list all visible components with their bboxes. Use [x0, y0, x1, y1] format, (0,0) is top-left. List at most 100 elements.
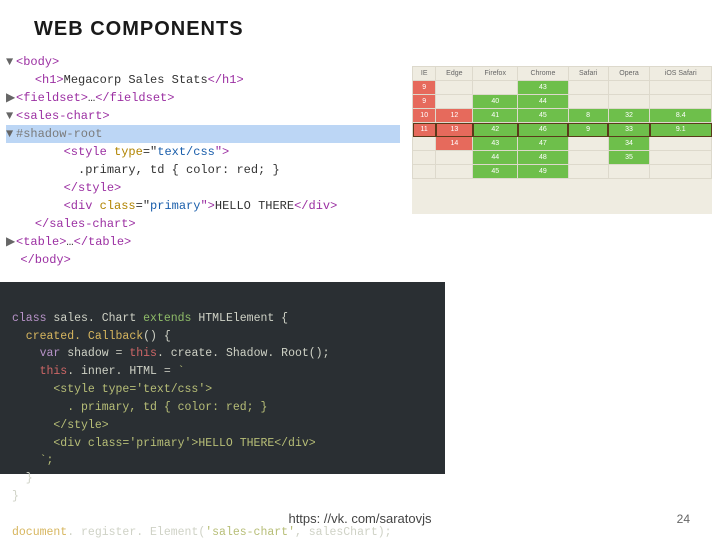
tag-table-close: </table>	[74, 235, 132, 249]
compat-header: Firefox	[473, 67, 518, 81]
compat-cell: 41	[473, 109, 518, 123]
compat-cell: 11	[413, 123, 436, 137]
compat-cell: 35	[608, 151, 650, 165]
attr-class-val: primary	[150, 199, 200, 213]
compat-cell: 9	[413, 95, 436, 109]
compat-row: 943	[413, 81, 712, 95]
compat-cell	[436, 165, 473, 179]
compat-cell	[473, 81, 518, 95]
compat-cell: 40	[473, 95, 518, 109]
js-source-pane: class sales. Chart extends HTMLElement {…	[0, 282, 445, 474]
tag-sales-chart-open: <sales-chart>	[16, 109, 110, 123]
kw-this: this	[129, 347, 157, 360]
tag-fieldset-open: <fieldset>	[16, 91, 88, 105]
compat-cell	[568, 151, 608, 165]
compat-cell: 44	[518, 95, 568, 109]
compat-cell: 42	[473, 123, 518, 137]
tpl-line: . primary, td { color: red; }	[12, 401, 267, 414]
compat-cell: 9.1	[650, 123, 712, 137]
compat-cell	[650, 81, 712, 95]
rest: , salesChart);	[295, 526, 392, 539]
compat-cell: 14	[436, 137, 473, 151]
tag-fieldset-close: </fieldset>	[95, 91, 174, 105]
shadow-root-label: #shadow-root	[16, 127, 102, 141]
compat-cell	[568, 165, 608, 179]
compat-header: Edge	[436, 67, 473, 81]
page-number: 24	[677, 512, 690, 526]
caret-down-icon: ▼	[6, 107, 16, 125]
compat-cell	[568, 81, 608, 95]
attr-class: class	[100, 199, 136, 213]
backtick: `	[171, 365, 185, 378]
tag-style-close: </style>	[6, 181, 121, 195]
compat-cell	[436, 95, 473, 109]
tag-close: ">	[215, 145, 229, 159]
compat-cell	[413, 137, 436, 151]
tpl-line: </style>	[12, 419, 109, 432]
compat-row: 9 4044	[413, 95, 712, 109]
compat-cell: 46	[518, 123, 568, 137]
compat-header: IE	[413, 67, 436, 81]
attr-type-val: text/css	[157, 145, 215, 159]
brace: HTMLElement {	[191, 312, 288, 325]
caret-right-icon: ▶	[6, 89, 16, 107]
eq: =	[164, 365, 171, 378]
compat-cell	[436, 81, 473, 95]
method-name: created. Callback	[12, 330, 143, 343]
str-arg: 'sales-chart'	[205, 526, 295, 539]
brace: }	[12, 472, 33, 485]
caret-down-icon: ▼	[6, 53, 16, 71]
attr-type: type	[114, 145, 143, 159]
ellipsis: …	[66, 235, 73, 249]
compat-cell	[568, 95, 608, 109]
compat-row: 4549	[413, 165, 712, 179]
compat-header: iOS Safari	[650, 67, 712, 81]
compat-cell	[650, 137, 712, 151]
tag-div-open: <div	[64, 199, 100, 213]
compat-header: Chrome	[518, 67, 568, 81]
compat-row: 4448 35	[413, 151, 712, 165]
compat-table: IEEdgeFirefoxChromeSafariOperaiOS Safari…	[412, 66, 712, 214]
tag-style-open: <style	[64, 145, 114, 159]
tpl-end: `;	[12, 454, 53, 467]
compat-cell: 48	[518, 151, 568, 165]
tag-h1-open: <h1>	[35, 73, 64, 87]
compat-cell	[413, 151, 436, 165]
compat-cell	[608, 95, 650, 109]
kw-var: var	[12, 347, 60, 360]
tag-body: <body>	[16, 55, 59, 69]
compat-cell	[608, 81, 650, 95]
compat-header: Opera	[608, 67, 650, 81]
compat-cell: 45	[473, 165, 518, 179]
compat-cell	[608, 165, 650, 179]
compat-cell: 8.4	[650, 109, 712, 123]
kw-this: this	[12, 365, 67, 378]
shadow-root-row: ▼ #shadow-root	[6, 125, 400, 143]
prop: . inner. HTML	[67, 365, 164, 378]
compat-cell	[413, 165, 436, 179]
h1-text: Megacorp Sales Stats	[64, 73, 208, 87]
doc-obj: document	[12, 526, 67, 539]
kw-class: class	[12, 312, 47, 325]
tag-h1-close: </h1>	[208, 73, 244, 87]
compat-cell: 33	[608, 123, 650, 137]
compat-cell	[650, 165, 712, 179]
compat-row: 111342469339.1	[413, 123, 712, 137]
footer-url: https: //vk. com/saratovjs	[0, 511, 720, 526]
compat-cell: 49	[518, 165, 568, 179]
paren: () {	[143, 330, 171, 343]
compat-cell: 43	[473, 137, 518, 151]
brace: }	[12, 490, 19, 503]
compat-cell	[650, 151, 712, 165]
call: . register. Element(	[67, 526, 205, 539]
caret-down-icon: ▼	[6, 125, 16, 143]
compat-cell: 44	[473, 151, 518, 165]
tag-close: ">	[200, 199, 214, 213]
tag-body-close: </body>	[6, 253, 71, 267]
compat-header: Safari	[568, 67, 608, 81]
compat-cell: 43	[518, 81, 568, 95]
tag-sales-chart-close: </sales-chart>	[35, 217, 136, 231]
div-text: HELLO THERE	[215, 199, 294, 213]
caret-right-icon: ▶	[6, 233, 16, 251]
eq: ="	[136, 199, 150, 213]
